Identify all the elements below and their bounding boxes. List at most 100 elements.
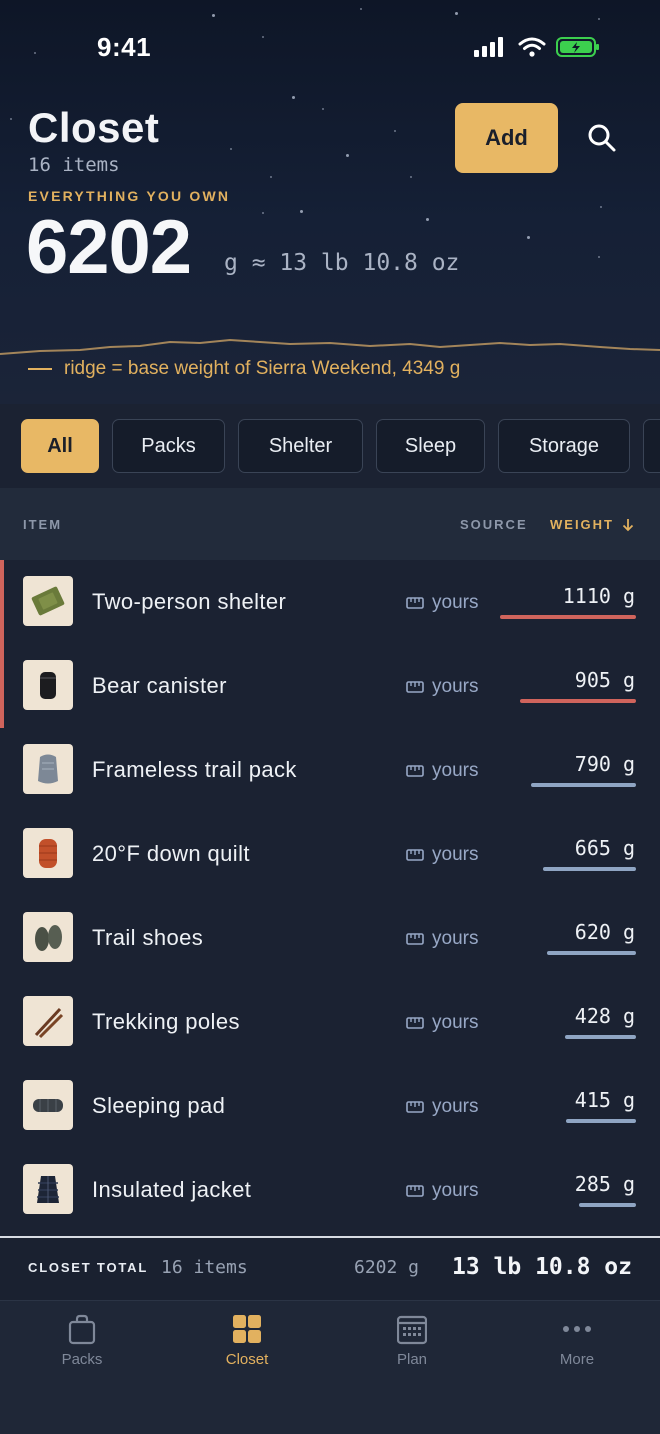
- item-source-label: yours: [432, 1012, 479, 1033]
- item-thumbnail-jacket: [23, 1164, 73, 1214]
- item-source: yours: [406, 760, 478, 782]
- tab-plan[interactable]: Plan: [352, 1313, 472, 1368]
- item-source: yours: [406, 1012, 478, 1034]
- item-weight: 620 g: [574, 920, 635, 944]
- weight-bar: [520, 699, 636, 703]
- ruler-icon: [406, 597, 424, 609]
- filter-chip-all[interactable]: All: [21, 419, 99, 473]
- ridge-note-text: ridge = base weight of Sierra Weekend, 4…: [64, 358, 461, 379]
- closet-total-grams: 6202 g: [354, 1257, 420, 1278]
- table-row[interactable]: 20°F down quilt yours 665 g: [0, 812, 660, 896]
- item-source-label: yours: [432, 1096, 479, 1117]
- table-row[interactable]: Sleeping pad yours 415 g: [0, 1064, 660, 1148]
- more-icon: [563, 1326, 591, 1332]
- table-row[interactable]: Frameless trail pack yours 790 g: [0, 728, 660, 812]
- hero-header: 9:41 Closet 16 items EVERYTHING YOU OWN …: [0, 0, 660, 404]
- filter-chip-shelter[interactable]: Shelter: [238, 419, 363, 473]
- item-weight: 428 g: [574, 1004, 635, 1028]
- item-weight: 790 g: [574, 752, 635, 776]
- tab-more[interactable]: More: [517, 1313, 637, 1368]
- item-source: yours: [406, 844, 478, 866]
- tab-label: Closet: [225, 1351, 269, 1368]
- item-source-label: yours: [432, 1180, 479, 1201]
- table-row[interactable]: Bear canister yours 905 g: [0, 644, 660, 728]
- closet-total-bar: CLOSET TOTAL 16 items 6202 g 13 lb 10.8 …: [0, 1236, 660, 1300]
- ruler-icon: [406, 849, 424, 861]
- item-source-label: yours: [432, 676, 479, 697]
- weight-bar: [531, 783, 636, 787]
- filter-chip-sleep[interactable]: Sleep: [376, 419, 485, 473]
- table-row[interactable]: Insulated jacket yours 285 g: [0, 1148, 660, 1232]
- tab-label: Plan: [396, 1351, 428, 1368]
- bag-icon: [68, 1314, 96, 1345]
- page-title: Closet: [28, 104, 160, 151]
- weight-bar: [566, 1119, 636, 1123]
- closet-total-label: CLOSET TOTAL: [28, 1260, 149, 1275]
- filter-chip-storage[interactable]: Storage: [498, 419, 630, 473]
- bottom-tab-bar: Packs Closet Plan More: [0, 1300, 660, 1434]
- search-button[interactable]: [584, 120, 620, 156]
- tab-packs[interactable]: Packs: [22, 1313, 142, 1368]
- item-weight: 1110 g: [562, 584, 635, 608]
- item-weight: 415 g: [574, 1088, 635, 1112]
- signal-icon: [474, 37, 503, 57]
- item-name: Trail shoes: [92, 925, 204, 950]
- eyebrow-label: EVERYTHING YOU OWN: [28, 188, 231, 204]
- weight-bar: [500, 615, 636, 619]
- calendar-icon: [397, 1315, 427, 1345]
- category-filters: All Packs Shelter Sleep Storage: [0, 404, 660, 488]
- item-thumbnail-pad: [23, 1080, 73, 1130]
- ruler-icon: [406, 1101, 424, 1113]
- add-button[interactable]: Add: [455, 103, 558, 173]
- item-weight: 285 g: [574, 1172, 635, 1196]
- item-name: Two-person shelter: [92, 589, 287, 614]
- ridge-legend-dash: [28, 368, 52, 370]
- column-weight-label: WEIGHT: [550, 517, 614, 532]
- column-source[interactable]: SOURCE: [460, 517, 528, 532]
- tab-label: Packs: [61, 1351, 103, 1368]
- table-header: ITEM SOURCE WEIGHT: [0, 488, 660, 560]
- item-source-label: yours: [432, 928, 479, 949]
- ruler-icon: [406, 1185, 424, 1197]
- ruler-icon: [406, 1017, 424, 1029]
- item-source-label: yours: [432, 844, 479, 865]
- item-name: Sleeping pad: [92, 1093, 226, 1118]
- item-source: yours: [406, 592, 478, 614]
- item-name: Bear canister: [92, 673, 227, 698]
- table-row[interactable]: Trekking poles yours 428 g: [0, 980, 660, 1064]
- ridge-note: ridge = base weight of Sierra Weekend, 4…: [28, 358, 460, 380]
- status-icons: [474, 36, 600, 58]
- table-row[interactable]: Two-person shelter yours 1110 g: [0, 560, 660, 644]
- closet-total-count: 16 items: [161, 1257, 248, 1278]
- item-thumbnail-quilt: [23, 828, 73, 878]
- tab-label: More: [559, 1351, 595, 1368]
- weight-bar: [579, 1203, 636, 1207]
- filter-chip-more[interactable]: [643, 419, 660, 473]
- item-weight: 905 g: [574, 668, 635, 692]
- item-thumbnail-shoes: [23, 912, 73, 962]
- ruler-icon: [406, 681, 424, 693]
- item-source: yours: [406, 676, 478, 698]
- ruler-icon: [406, 933, 424, 945]
- weight-bar: [547, 951, 636, 955]
- battery-icon: [556, 37, 599, 57]
- item-weight: 665 g: [574, 836, 635, 860]
- filter-chip-packs[interactable]: Packs: [112, 419, 225, 473]
- item-name: Trekking poles: [92, 1009, 240, 1034]
- arrow-down-icon: [622, 518, 634, 531]
- column-weight-sort[interactable]: WEIGHT: [550, 517, 634, 532]
- weight-bar: [565, 1035, 636, 1039]
- closet-total-imperial: 13 lb 10.8 oz: [451, 1254, 632, 1280]
- grid-icon: [233, 1315, 261, 1343]
- status-time: 9:41: [97, 32, 152, 62]
- item-thumbnail-canister: [23, 660, 73, 710]
- column-item[interactable]: ITEM: [23, 517, 62, 532]
- item-source-label: yours: [432, 760, 479, 781]
- tab-closet[interactable]: Closet: [187, 1313, 307, 1368]
- weight-bar: [543, 867, 636, 871]
- item-source: yours: [406, 928, 478, 950]
- table-row[interactable]: Trail shoes yours 620 g: [0, 896, 660, 980]
- ruler-icon: [406, 765, 424, 777]
- total-weight-unit: g ≈ 13 lb 10.8 oz: [224, 250, 460, 276]
- item-thumbnail-shelter: [23, 576, 73, 626]
